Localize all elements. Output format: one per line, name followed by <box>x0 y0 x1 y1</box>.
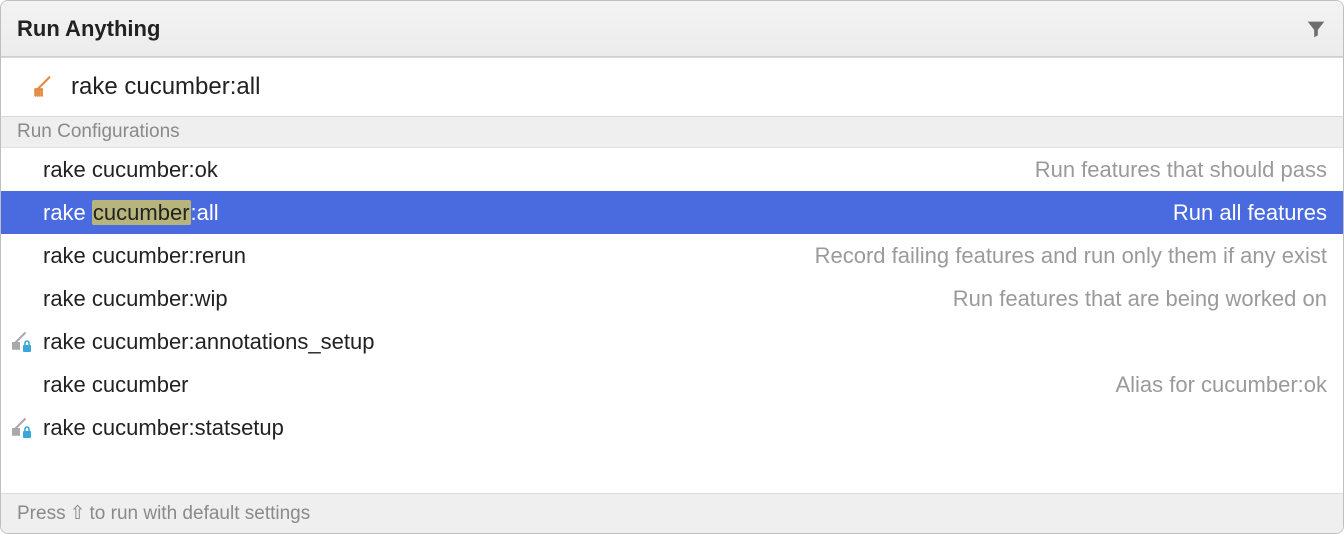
result-label: rake cucumber:statsetup <box>43 415 284 441</box>
footer-hint: Press ⇧ to run with default settings <box>1 493 1343 533</box>
footer-suffix: to run with default settings <box>90 503 311 525</box>
result-row[interactable]: rake cucumber:annotations_setup <box>1 320 1343 363</box>
result-row[interactable]: rake cucumber:all Run all features <box>1 191 1343 234</box>
result-row[interactable]: rake cucumber:wip Run features that are b… <box>1 277 1343 320</box>
rake-icon <box>31 74 57 100</box>
result-description: Run features that are being worked on <box>953 286 1327 312</box>
result-label: rake cucumber:annotations_setup <box>43 329 374 355</box>
filter-icon[interactable] <box>1305 18 1327 40</box>
result-description: Run all features <box>1173 200 1327 226</box>
rake-task-locked-icon <box>9 416 43 440</box>
result-label: rake cucumber <box>43 372 189 398</box>
run-anything-popup: Run Anything Run Configurations rake c <box>0 0 1344 534</box>
result-row[interactable]: rake cucumber:ok Run features that should… <box>1 148 1343 191</box>
shift-key-icon: ⇧ <box>70 502 86 525</box>
result-description: Alias for cucumber:ok <box>1115 372 1327 398</box>
results-list: rake cucumber:ok Run features that should… <box>1 148 1343 493</box>
search-row <box>1 57 1343 117</box>
result-label: rake cucumber:all <box>43 200 219 226</box>
result-description: Record failing features and run only the… <box>815 243 1327 269</box>
section-header: Run Configurations <box>1 117 1343 148</box>
result-row[interactable]: rake cucumber:statsetup <box>1 406 1343 449</box>
footer-prefix: Press <box>17 503 66 525</box>
result-label: rake cucumber:ok <box>43 157 218 183</box>
result-row[interactable]: rake cucumber Alias for cucumber:ok <box>1 363 1343 406</box>
popup-title: Run Anything <box>17 16 160 42</box>
search-input[interactable] <box>71 73 1325 101</box>
result-label: rake cucumber:wip <box>43 286 228 312</box>
result-row[interactable]: rake cucumber:rerun Record failing featur… <box>1 234 1343 277</box>
rake-task-locked-icon <box>9 330 43 354</box>
popup-header: Run Anything <box>1 1 1343 57</box>
result-label: rake cucumber:rerun <box>43 243 246 269</box>
result-description: Run features that should pass <box>1035 157 1327 183</box>
